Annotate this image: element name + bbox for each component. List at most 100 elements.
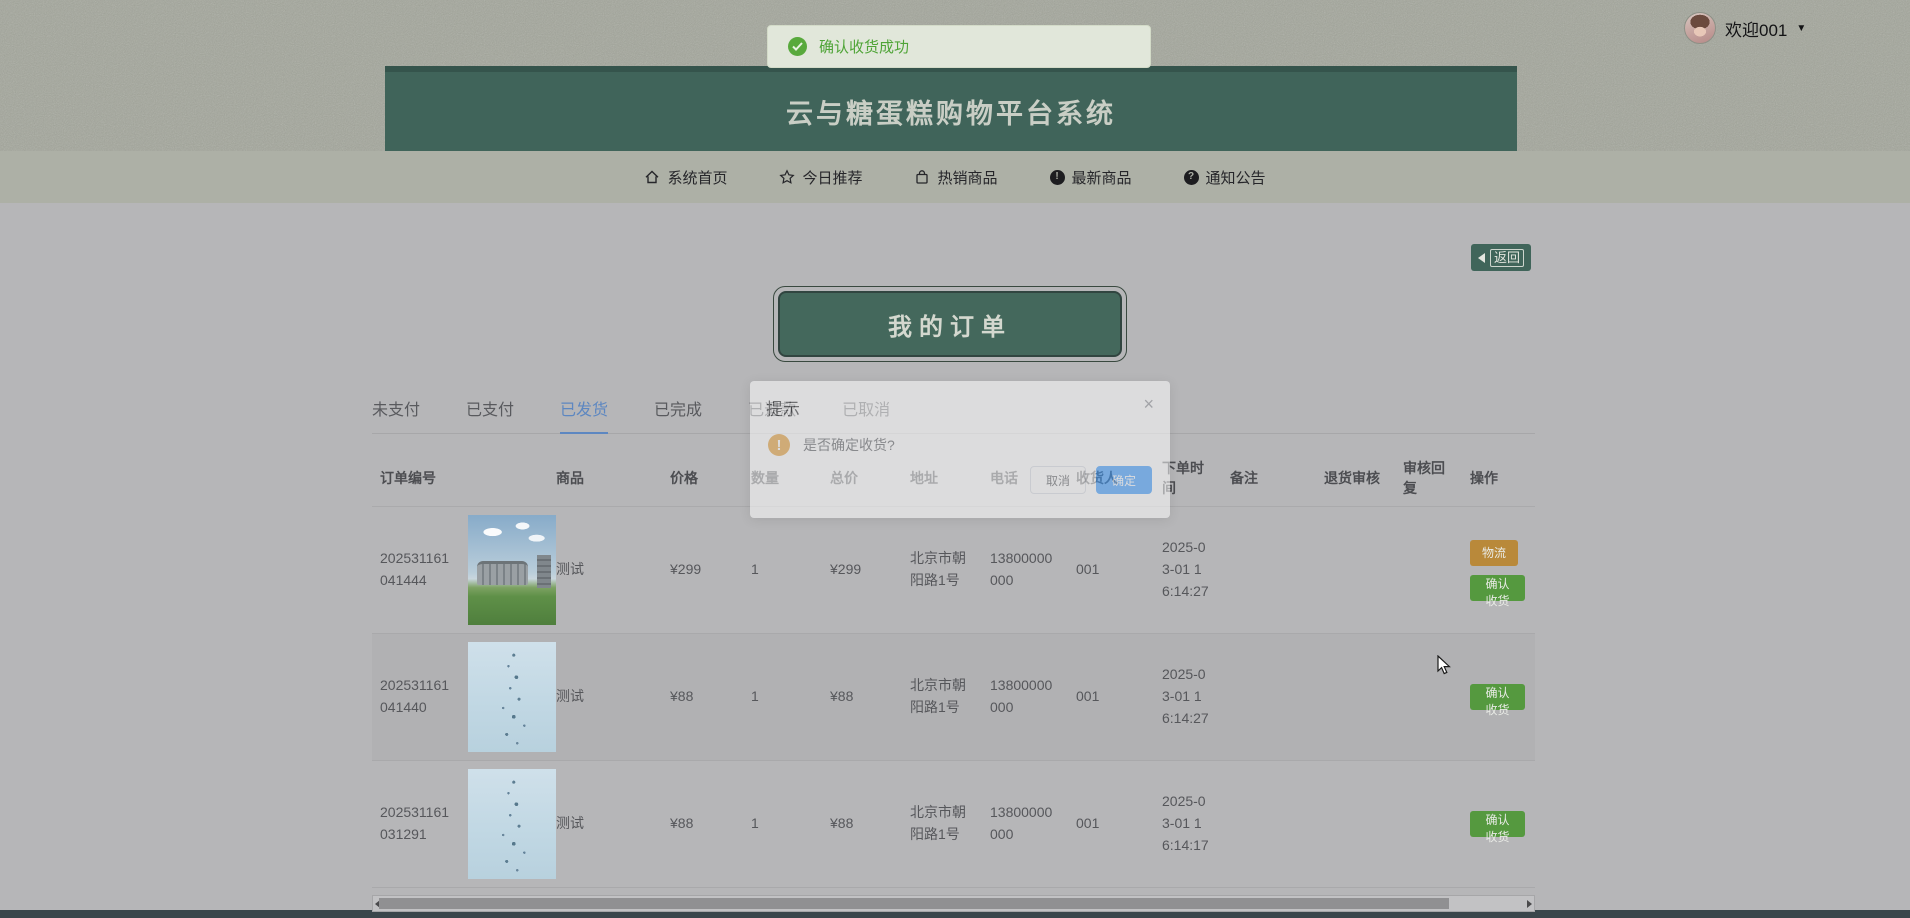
star-icon (779, 169, 795, 185)
back-button-label: 返回 (1490, 249, 1524, 267)
order-time: 2025-03-01 16:14:27 (1154, 634, 1222, 761)
table-row: 202531161031291 测试 ¥88 1 ¥88 北京市朝阳路1号 13… (372, 761, 1535, 888)
address: 北京市朝阳路1号 (902, 761, 982, 888)
welcome-text: 欢迎001 (1725, 16, 1787, 41)
success-toast: 确认收货成功 (767, 25, 1151, 68)
tab-unpaid[interactable]: 未支付 (372, 396, 420, 432)
address: 北京市朝阳路1号 (902, 507, 982, 634)
site-title: 云与糖蛋糕购物平台系统 (786, 92, 1116, 131)
address: 北京市朝阳路1号 (902, 634, 982, 761)
scroll-right-arrow[interactable] (1527, 900, 1532, 908)
back-button[interactable]: 返回 (1471, 244, 1531, 271)
bag-icon (914, 169, 930, 185)
col-actions: 操作 (1462, 450, 1535, 507)
home-icon (644, 169, 660, 185)
table-row: 202531161041440 测试 ¥88 1 ¥88 北京市朝阳路1号 13… (372, 634, 1535, 761)
confirm-dialog: 提示 × ! 是否确定收货? 取消 确定 (750, 381, 1170, 518)
tab-completed[interactable]: 已完成 (654, 396, 702, 432)
user-menu[interactable]: 欢迎001 ▼ (1684, 12, 1806, 44)
col-price: 价格 (662, 450, 743, 507)
price: ¥299 (662, 507, 743, 634)
quantity: 1 (743, 507, 822, 634)
review-reply (1395, 507, 1462, 634)
tab-shipped[interactable]: 已发货 (560, 396, 608, 434)
receiver: 001 (1068, 634, 1154, 761)
nav-item-label: 最新商品 (1072, 167, 1132, 188)
col-order-no: 订单编号 (372, 450, 460, 507)
total-price: ¥88 (822, 634, 902, 761)
product-image-cell (460, 761, 548, 888)
scrollbar-thumb[interactable] (379, 898, 1449, 909)
close-icon[interactable]: × (1143, 395, 1154, 413)
page-title: 我的订单 (888, 307, 1012, 342)
receiver: 001 (1068, 507, 1154, 634)
price: ¥88 (662, 761, 743, 888)
warning-icon: ! (768, 434, 790, 456)
confirm-receipt-button[interactable]: 确认收货 (1470, 684, 1525, 710)
table-row: 202531161041444 测试 ¥299 1 ¥299 北京市朝阳路1号 … (372, 507, 1535, 634)
dialog-header: 提示 × (750, 381, 1170, 420)
total-price: ¥299 (822, 507, 902, 634)
refund-review (1316, 761, 1395, 888)
confirm-receipt-button[interactable]: 确认收货 (1470, 575, 1525, 601)
logistics-button[interactable]: 物流 (1470, 540, 1518, 566)
refund-review (1316, 507, 1395, 634)
main-nav: 系统首页 今日推荐 热销商品 ! 最新商品 ? 通知公告 (0, 151, 1910, 203)
actions-cell: 物流 确认收货 (1462, 507, 1535, 634)
info-icon: ! (1050, 170, 1065, 185)
product-image-cell (460, 507, 548, 634)
product-name: 测试 (548, 634, 662, 761)
back-arrow-icon (1478, 253, 1485, 263)
col-image (460, 450, 548, 507)
nav-item-today[interactable]: 今日推荐 (779, 167, 862, 188)
nav-item-new[interactable]: ! 最新商品 (1050, 167, 1132, 188)
tab-paid[interactable]: 已支付 (466, 396, 514, 432)
col-note: 备注 (1222, 450, 1316, 507)
col-product: 商品 (548, 450, 662, 507)
site-title-band: 云与糖蛋糕购物平台系统 (385, 66, 1517, 151)
dialog-message: 是否确定收货? (803, 435, 895, 455)
product-image-cell (460, 634, 548, 761)
dialog-body: ! 是否确定收货? (750, 420, 1170, 460)
actions-cell: 确认收货 (1462, 761, 1535, 888)
product-image (468, 769, 556, 879)
product-name: 测试 (548, 761, 662, 888)
order-time: 2025-03-01 16:14:27 (1154, 507, 1222, 634)
col-review-reply: 审核回复 (1395, 450, 1462, 507)
receiver: 001 (1068, 761, 1154, 888)
note (1222, 507, 1316, 634)
nav-item-label: 今日推荐 (802, 167, 862, 188)
mouse-cursor (1437, 655, 1455, 675)
question-icon: ? (1184, 170, 1199, 185)
nav-item-notice[interactable]: ? 通知公告 (1184, 167, 1266, 188)
confirm-button[interactable]: 确定 (1096, 466, 1152, 494)
phone: 13800000000 (982, 761, 1068, 888)
nav-item-hot[interactable]: 热销商品 (914, 167, 997, 188)
refund-review (1316, 634, 1395, 761)
check-circle-icon (788, 37, 807, 56)
nav-item-label: 通知公告 (1206, 167, 1266, 188)
page-title-banner-inner: 我的订单 (778, 291, 1122, 357)
chevron-down-icon: ▼ (1796, 23, 1806, 34)
product-image (468, 642, 556, 752)
order-no: 202531161041444 (372, 507, 460, 634)
nav-item-label: 系统首页 (667, 167, 727, 188)
cancel-button[interactable]: 取消 (1030, 466, 1086, 494)
avatar[interactable] (1684, 12, 1716, 44)
note (1222, 634, 1316, 761)
building-side-shape (537, 555, 551, 588)
nav-item-home[interactable]: 系统首页 (644, 167, 727, 188)
dialog-title: 提示 (766, 395, 800, 420)
col-refund-review: 退货审核 (1316, 450, 1395, 507)
confirm-receipt-button[interactable]: 确认收货 (1470, 811, 1525, 837)
page-title-banner: 我的订单 (773, 286, 1127, 362)
order-no: 202531161041440 (372, 634, 460, 761)
product-image (468, 515, 556, 625)
review-reply (1395, 761, 1462, 888)
horizontal-scrollbar[interactable] (372, 895, 1535, 912)
actions-cell: 确认收货 (1462, 634, 1535, 761)
toast-message: 确认收货成功 (819, 36, 909, 57)
total-price: ¥88 (822, 761, 902, 888)
review-reply (1395, 634, 1462, 761)
quantity: 1 (743, 761, 822, 888)
